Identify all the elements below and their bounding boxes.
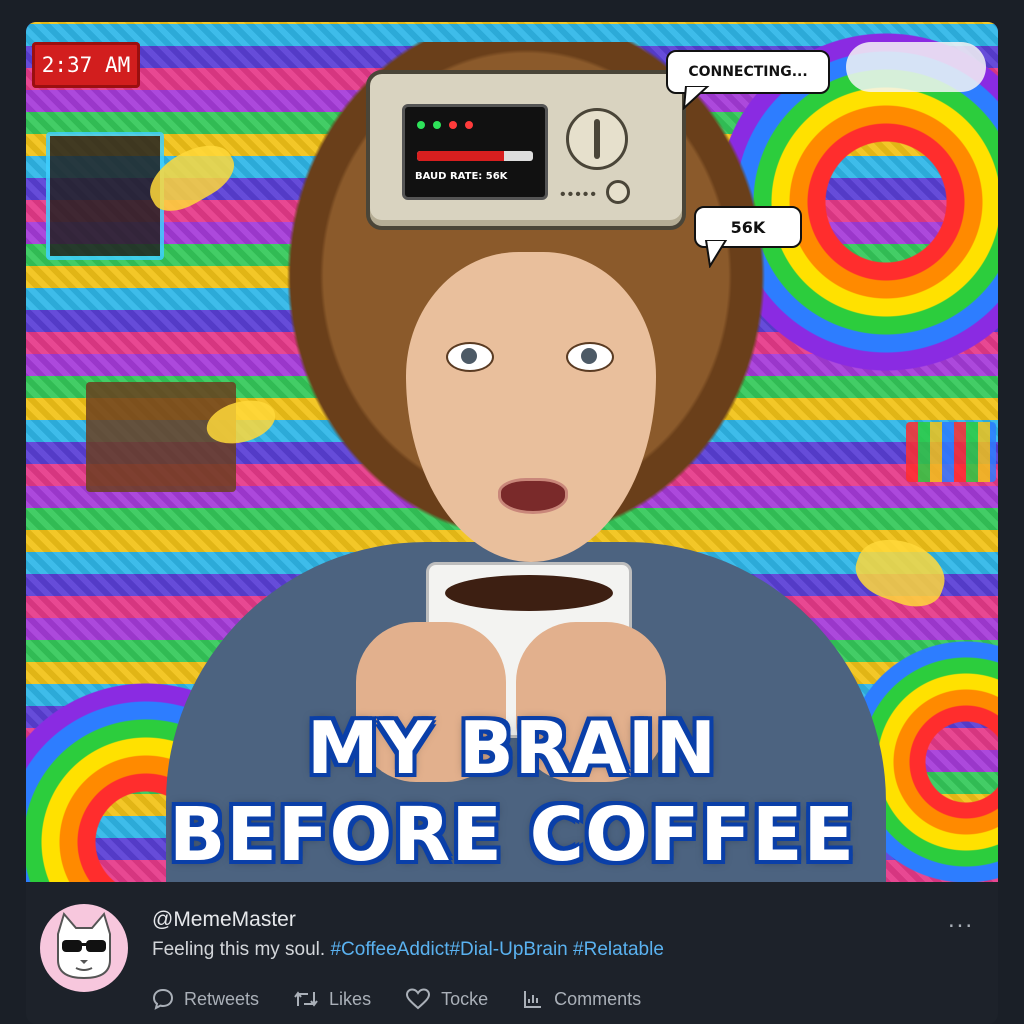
comments-action[interactable]: Comments [522,988,641,1010]
more-options-button[interactable]: ... [948,906,974,934]
retweet-icon [294,991,318,1007]
retweets-label: Retweets [184,988,260,1009]
modem-dial [566,108,628,170]
post-body: Feeling this my soul. [152,939,326,960]
comments-label: Comments [554,988,642,1009]
chart-icon [524,991,542,1008]
led-red [465,121,473,129]
speech-bubble-tail [682,86,710,110]
speech-bubble-tail [704,240,728,268]
left-eye [446,342,494,372]
baud-progress-bar [417,151,533,161]
time-badge: 2:37 AM [32,42,140,88]
meme-caption-line1: MY BRAIN [307,706,717,790]
post-text: Feeling this my soul. #CoffeeAddict#Dial… [152,939,664,961]
likes-label: Likes [329,988,372,1009]
tocke-label: Tocke [441,988,489,1009]
led-green [433,121,441,129]
modem-knob [606,180,630,204]
hashtag-link[interactable]: #CoffeeAddict [330,939,449,960]
likes-action[interactable]: Likes [293,988,371,1010]
pixel-art-blob [846,42,986,92]
banana-icon [848,528,954,616]
baud-progress-fill [417,151,504,161]
hashtag-link[interactable]: #Dial-UpBrain [449,939,567,960]
pixel-art-blob [906,422,996,482]
comment-bubble-icon [152,988,174,1010]
led-green [417,121,425,129]
retweets-action[interactable]: Retweets [152,988,259,1010]
hashtag-link[interactable]: #Relatable [573,939,664,960]
baud-rate-label: BAUD RATE: 56K [415,171,508,182]
heart-icon [406,988,431,1010]
pixel-art-blob [46,132,164,260]
post-card: 2:37 AM BAUD RATE: 56K ••••• CONNECTING.… [26,22,998,1024]
led-red [449,121,457,129]
post-actions: Retweets Likes Tocke Comments [152,984,675,1014]
modem-vents: ••••• [560,186,599,203]
meme-caption-line2: BEFORE COFFEE [168,792,856,878]
coffee [445,575,613,611]
right-eye [566,342,614,372]
modem-illustration: BAUD RATE: 56K ••••• [366,70,686,230]
meme-image[interactable]: 2:37 AM BAUD RATE: 56K ••••• CONNECTING.… [26,22,998,882]
tocke-action[interactable]: Tocke [405,988,488,1010]
cat-sunglasses-icon [57,911,111,980]
avatar[interactable] [40,904,128,992]
modem-screen: BAUD RATE: 56K [402,104,548,200]
dial-needle [594,119,600,159]
username[interactable]: @MemeMaster [152,908,296,932]
mouth [498,478,568,514]
